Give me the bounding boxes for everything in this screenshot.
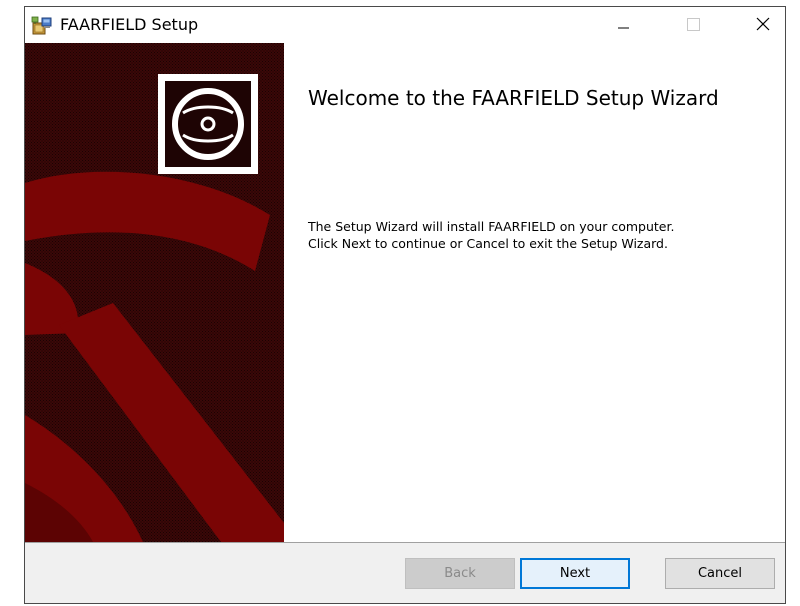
setup-window: FAARFIELD Setup Welcome to the FAARFIELD…	[24, 6, 786, 604]
welcome-description: The Setup Wizard will install FAARFIELD …	[308, 218, 778, 252]
maximize-button[interactable]	[670, 7, 716, 43]
close-icon	[756, 17, 770, 31]
title-bar[interactable]: FAARFIELD Setup	[25, 7, 785, 43]
button-bar: Back Next Cancel	[25, 542, 785, 603]
wizard-content: Welcome to the FAARFIELD Setup Wizard Th…	[284, 43, 785, 542]
close-button[interactable]	[740, 7, 785, 43]
cd-disc-icon	[158, 74, 258, 174]
window-title: FAARFIELD Setup	[60, 15, 199, 34]
welcome-line-2: Click Next to continue or Cancel to exit…	[308, 236, 668, 251]
back-button[interactable]: Back	[405, 558, 515, 589]
minimize-button[interactable]	[600, 7, 646, 43]
minimize-icon	[618, 27, 629, 29]
next-button[interactable]: Next	[520, 558, 630, 589]
welcome-title: Welcome to the FAARFIELD Setup Wizard	[308, 86, 719, 110]
banner-graphic	[25, 43, 284, 542]
welcome-line-1: The Setup Wizard will install FAARFIELD …	[308, 219, 675, 234]
cancel-button[interactable]: Cancel	[665, 558, 775, 589]
maximize-icon	[687, 18, 700, 31]
wizard-banner	[25, 43, 284, 542]
installer-icon	[31, 16, 52, 35]
